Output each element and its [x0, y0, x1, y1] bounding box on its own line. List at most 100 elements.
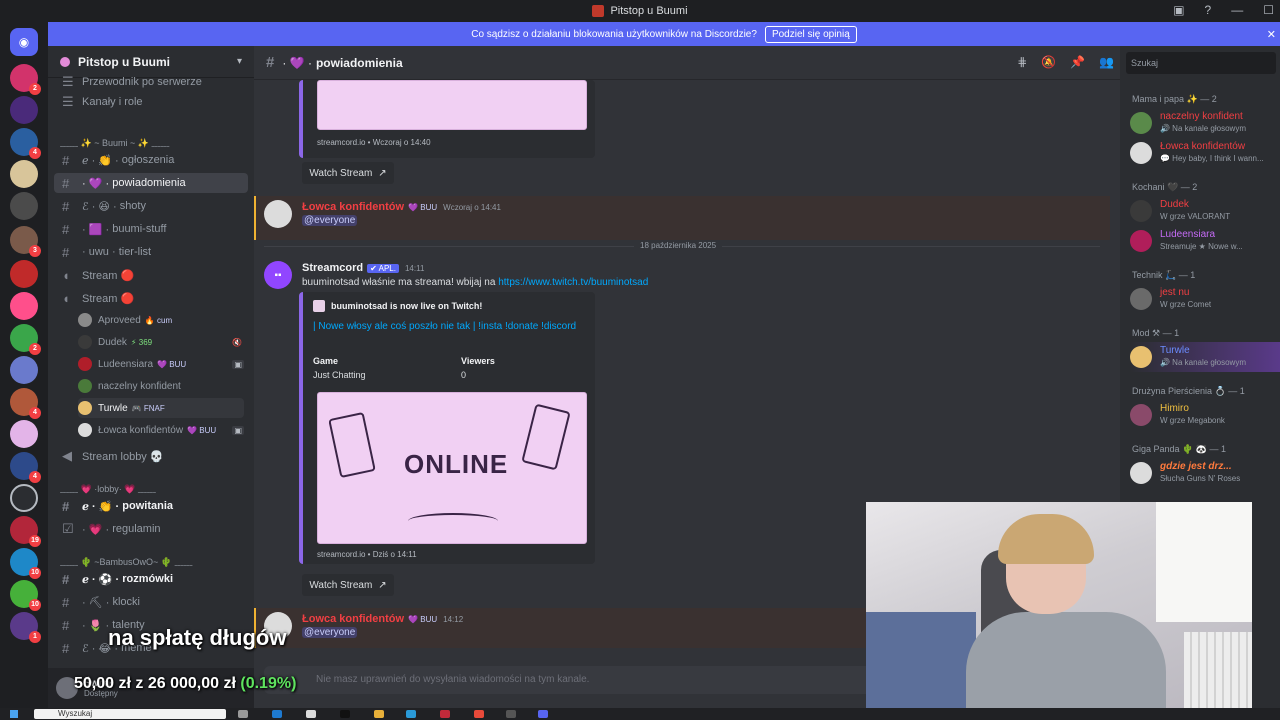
app-icon[interactable]	[406, 710, 416, 718]
app-icon[interactable]	[506, 710, 516, 718]
channel-tier-list[interactable]: # · uwu · tier-list	[54, 242, 248, 262]
start-icon[interactable]	[10, 710, 18, 718]
channel-regulamin[interactable]: ☑ · 💗 · regulamin	[54, 519, 248, 539]
close-icon[interactable]: ✕	[1267, 28, 1276, 41]
taskbar-search[interactable]: Wyszukaj	[34, 709, 226, 719]
app-icon[interactable]	[440, 710, 450, 718]
watch-stream-button[interactable]: Watch Stream ↗	[302, 574, 394, 596]
member-name: Łowca konfidentów	[1160, 141, 1246, 152]
embed-image[interactable]	[317, 80, 587, 130]
chrome-icon[interactable]	[474, 710, 484, 718]
app-icon[interactable]	[306, 710, 316, 718]
server-icon[interactable]: 2	[10, 324, 41, 355]
threads-icon[interactable]: ⋕	[1017, 55, 1027, 69]
taskview-icon[interactable]	[238, 710, 248, 718]
channel-powitania[interactable]: # ℯ · 👏 · powitania	[54, 496, 248, 516]
server-icon[interactable]: 3	[10, 226, 41, 257]
voice-channel-stream-lobby[interactable]: ◀ Stream lobby 💀	[54, 446, 248, 466]
notifications-icon[interactable]: 🔕	[1041, 55, 1056, 69]
folder-icon[interactable]	[374, 710, 384, 718]
server-icon[interactable]	[10, 96, 38, 124]
embed-image[interactable]: ONLINE	[317, 392, 587, 544]
message-author[interactable]: Łowca konfidentów 💜 BUU 14:12	[302, 613, 463, 625]
member-item[interactable]: naczelny konfident 🔊 Na kanale głosowym	[1130, 108, 1280, 138]
category-buumi[interactable]: ﹏﹏ ✨ ~ Buumi ~ ✨ ﹏﹏	[60, 136, 169, 149]
member-item[interactable]: Ludeensiara Streamuje ★ Nowe w...	[1130, 226, 1280, 256]
voice-user[interactable]: Aproveed 🔥 cum	[78, 310, 244, 330]
channel-shoty[interactable]: # ℰ · 😆 · shoty	[54, 196, 248, 216]
channel-powiadomienia[interactable]: # · 💜 · powiadomienia	[54, 173, 248, 193]
channel-label: Stream 🔴	[82, 269, 135, 282]
server-icon[interactable]: 2	[10, 64, 41, 95]
taskbar: Wyszukaj	[0, 708, 1280, 720]
hash-icon: #	[62, 594, 70, 610]
pin-icon[interactable]: 📌	[1070, 55, 1085, 69]
server-icon[interactable]	[10, 356, 38, 384]
member-item[interactable]: Łowca konfidentów 💬 Hey baby, I think I w…	[1130, 138, 1280, 168]
category-lobby[interactable]: ﹏﹏ 💗 ·lobby· 💗 ﹏﹏	[60, 482, 156, 495]
app-icon[interactable]	[272, 710, 282, 718]
watch-stream-button[interactable]: Watch Stream ↗	[302, 162, 394, 184]
inbox-icon[interactable]: ▣	[1173, 3, 1184, 17]
voice-user[interactable]: naczelny konfident	[78, 376, 244, 396]
voice-user[interactable]: Łowca konfidentów 💜 BUU ▣	[78, 420, 244, 440]
server-icon[interactable]: 10	[10, 548, 41, 579]
twitch-link[interactable]: https://www.twitch.tv/buuminotsad	[498, 277, 648, 288]
help-icon[interactable]: ?	[1205, 3, 1212, 17]
server-icon[interactable]	[10, 160, 38, 188]
streamcord-avatar[interactable]: ▪▪	[264, 261, 292, 289]
minimize-icon[interactable]: —	[1231, 3, 1243, 17]
server-icon[interactable]	[10, 484, 38, 512]
server-icon[interactable]: 1	[10, 612, 41, 643]
server-icon[interactable]: 19	[10, 516, 41, 547]
window-shape	[1156, 502, 1252, 622]
member-item[interactable]: Himiro W grze Megabonk	[1130, 400, 1280, 430]
voice-user[interactable]: Dudek ⚡ 369 🔇	[78, 332, 244, 352]
channel-ogloszenia[interactable]: # ℯ · 👏 · ogłoszenia	[54, 150, 248, 170]
embed-title[interactable]: | Nowe włosy ale coś poszło nie tak | !i…	[313, 320, 583, 334]
guild-name: Pitstop u Buumi	[78, 54, 170, 69]
message-body: buuminotsad właśnie ma streama! wbijaj n…	[302, 277, 499, 288]
sidebar-item-roles[interactable]: ☰ Kanały i role	[54, 92, 248, 112]
feedback-button[interactable]: Podziel się opinią	[764, 25, 857, 43]
server-icon[interactable]: 4	[10, 128, 41, 159]
member-item[interactable]: Dudek W grze VALORANT	[1130, 196, 1280, 226]
channel-rozmowki[interactable]: # ℯ · ⚽ · rozmówki	[54, 569, 248, 589]
channel-buumi-stuff[interactable]: # · 🟪 · buumi-stuff	[54, 219, 248, 239]
role-tag: 🎮 FNAF	[131, 403, 165, 413]
maximize-icon[interactable]: ☐	[1263, 3, 1274, 17]
member-name: naczelny konfident	[1160, 111, 1243, 122]
server-icon[interactable]	[10, 420, 38, 448]
hash-icon: #	[62, 640, 70, 656]
members-icon[interactable]: 👥	[1099, 55, 1114, 69]
discord-home-icon[interactable]: ◉	[10, 28, 38, 56]
search-input[interactable]: Szukaj	[1126, 52, 1276, 74]
member-item[interactable]: jest nu W grze Comet	[1130, 284, 1280, 314]
channel-label: shoty	[119, 200, 146, 212]
server-icon[interactable]	[10, 292, 38, 320]
channel-klocki[interactable]: # · ⛏ · klocki	[54, 592, 248, 612]
member-item[interactable]: gdzie jest drz... Słucha Guns N' Roses	[1130, 458, 1280, 488]
discord-icon[interactable]	[538, 710, 548, 718]
message-author[interactable]: Łowca konfidentów 💜 BUU Wczoraj o 14:41	[302, 201, 501, 213]
category-bambus[interactable]: ﹏﹏ 🌵 ~BambusOwO~ 🌵 ﹏﹏	[60, 555, 192, 568]
mention[interactable]: @everyone	[302, 215, 358, 226]
member-item[interactable]: Turwle 🔊 Na kanale głosowym	[1130, 342, 1280, 372]
voice-user[interactable]: Ludeensiara 💜 BUU ▣	[78, 354, 244, 374]
server-icon[interactable]	[10, 260, 38, 288]
sidebar-item-guide[interactable]: ☰ Przewodnik po serwerze	[54, 72, 248, 92]
avatar	[1130, 230, 1152, 252]
member-group-label: Mama i papa ✨ — 2	[1132, 94, 1217, 104]
avatar[interactable]	[264, 200, 292, 228]
voice-user[interactable]: Turwle 🎮 FNAF	[78, 398, 244, 418]
server-icon[interactable]	[10, 192, 38, 220]
voice-channel-stream[interactable]: ◖ Stream 🔴	[54, 265, 248, 285]
voice-channel-stream-2[interactable]: ◖ Stream 🔴	[54, 288, 248, 308]
channel-label: Kanały i role	[82, 96, 143, 108]
server-icon[interactable]: 4	[10, 388, 41, 419]
server-icon[interactable]: 4	[10, 452, 41, 483]
server-icon[interactable]: 10	[10, 580, 41, 611]
app-icon[interactable]	[340, 710, 350, 718]
message-author[interactable]: Streamcord ✔ APL. 14:11	[302, 262, 424, 274]
mention[interactable]: @everyone	[302, 627, 358, 638]
